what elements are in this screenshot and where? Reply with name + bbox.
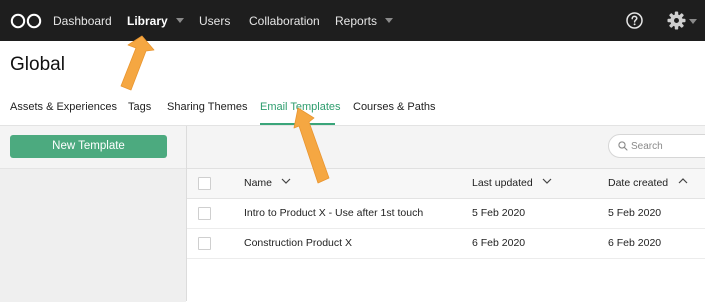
nav-dashboard[interactable]: Dashboard [53, 0, 112, 41]
nav-library-label: Library [127, 14, 168, 28]
new-template-button[interactable]: New Template [10, 135, 167, 158]
annotation-arrow-icon [293, 107, 330, 184]
tab-sharing-themes[interactable]: Sharing Themes [167, 101, 248, 113]
column-header-name[interactable]: Name [244, 177, 272, 189]
select-all-checkbox[interactable] [198, 177, 211, 190]
nav-users[interactable]: Users [199, 0, 230, 41]
chevron-down-icon [385, 18, 394, 24]
annotation-arrow-icon [120, 35, 155, 91]
row-date-created: 6 Feb 2020 [608, 237, 662, 249]
left-panel: New Template [0, 126, 187, 302]
row-checkbox[interactable] [198, 237, 211, 250]
sort-desc-icon[interactable] [542, 178, 552, 184]
top-nav-bar: Dashboard Library Users Collaboration Re… [0, 0, 705, 41]
table-toolbar [187, 126, 705, 169]
row-name[interactable]: Construction Product X [244, 237, 352, 249]
row-last-updated: 5 Feb 2020 [472, 207, 526, 219]
sort-asc-icon[interactable] [678, 178, 688, 184]
nav-reports-label: Reports [335, 14, 378, 28]
column-header-last-updated[interactable]: Last updated [472, 177, 533, 189]
page-title: Global [10, 54, 65, 75]
tab-tags[interactable]: Tags [128, 101, 151, 113]
row-last-updated: 6 Feb 2020 [472, 237, 526, 249]
nav-reports[interactable]: Reports [335, 0, 394, 41]
table-row[interactable]: Construction Product X 6 Feb 2020 6 Feb … [187, 229, 705, 259]
table-row[interactable]: Intro to Product X - Use after 1st touch… [187, 199, 705, 229]
nav-collaboration[interactable]: Collaboration [249, 0, 320, 41]
search-box[interactable] [608, 134, 705, 158]
search-input[interactable] [631, 138, 705, 154]
settings-menu[interactable] [667, 11, 697, 31]
row-date-created: 5 Feb 2020 [608, 207, 662, 219]
search-icon [618, 141, 628, 151]
gear-icon [667, 11, 686, 30]
tab-courses-paths[interactable]: Courses & Paths [353, 101, 436, 113]
infinity-logo-icon[interactable] [10, 13, 42, 29]
chevron-down-icon [175, 18, 184, 24]
tab-bar: Assets & Experiences Tags Sharing Themes… [0, 92, 705, 126]
left-panel-body [0, 168, 186, 302]
table-header: Name Last updated Date created [187, 169, 705, 199]
help-icon[interactable] [626, 12, 643, 29]
row-checkbox[interactable] [198, 207, 211, 220]
sort-desc-icon[interactable] [281, 178, 291, 184]
chevron-down-icon [689, 19, 697, 24]
row-name[interactable]: Intro to Product X - Use after 1st touch [244, 207, 423, 219]
tab-assets-experiences[interactable]: Assets & Experiences [10, 101, 117, 113]
column-header-date-created[interactable]: Date created [608, 177, 668, 189]
